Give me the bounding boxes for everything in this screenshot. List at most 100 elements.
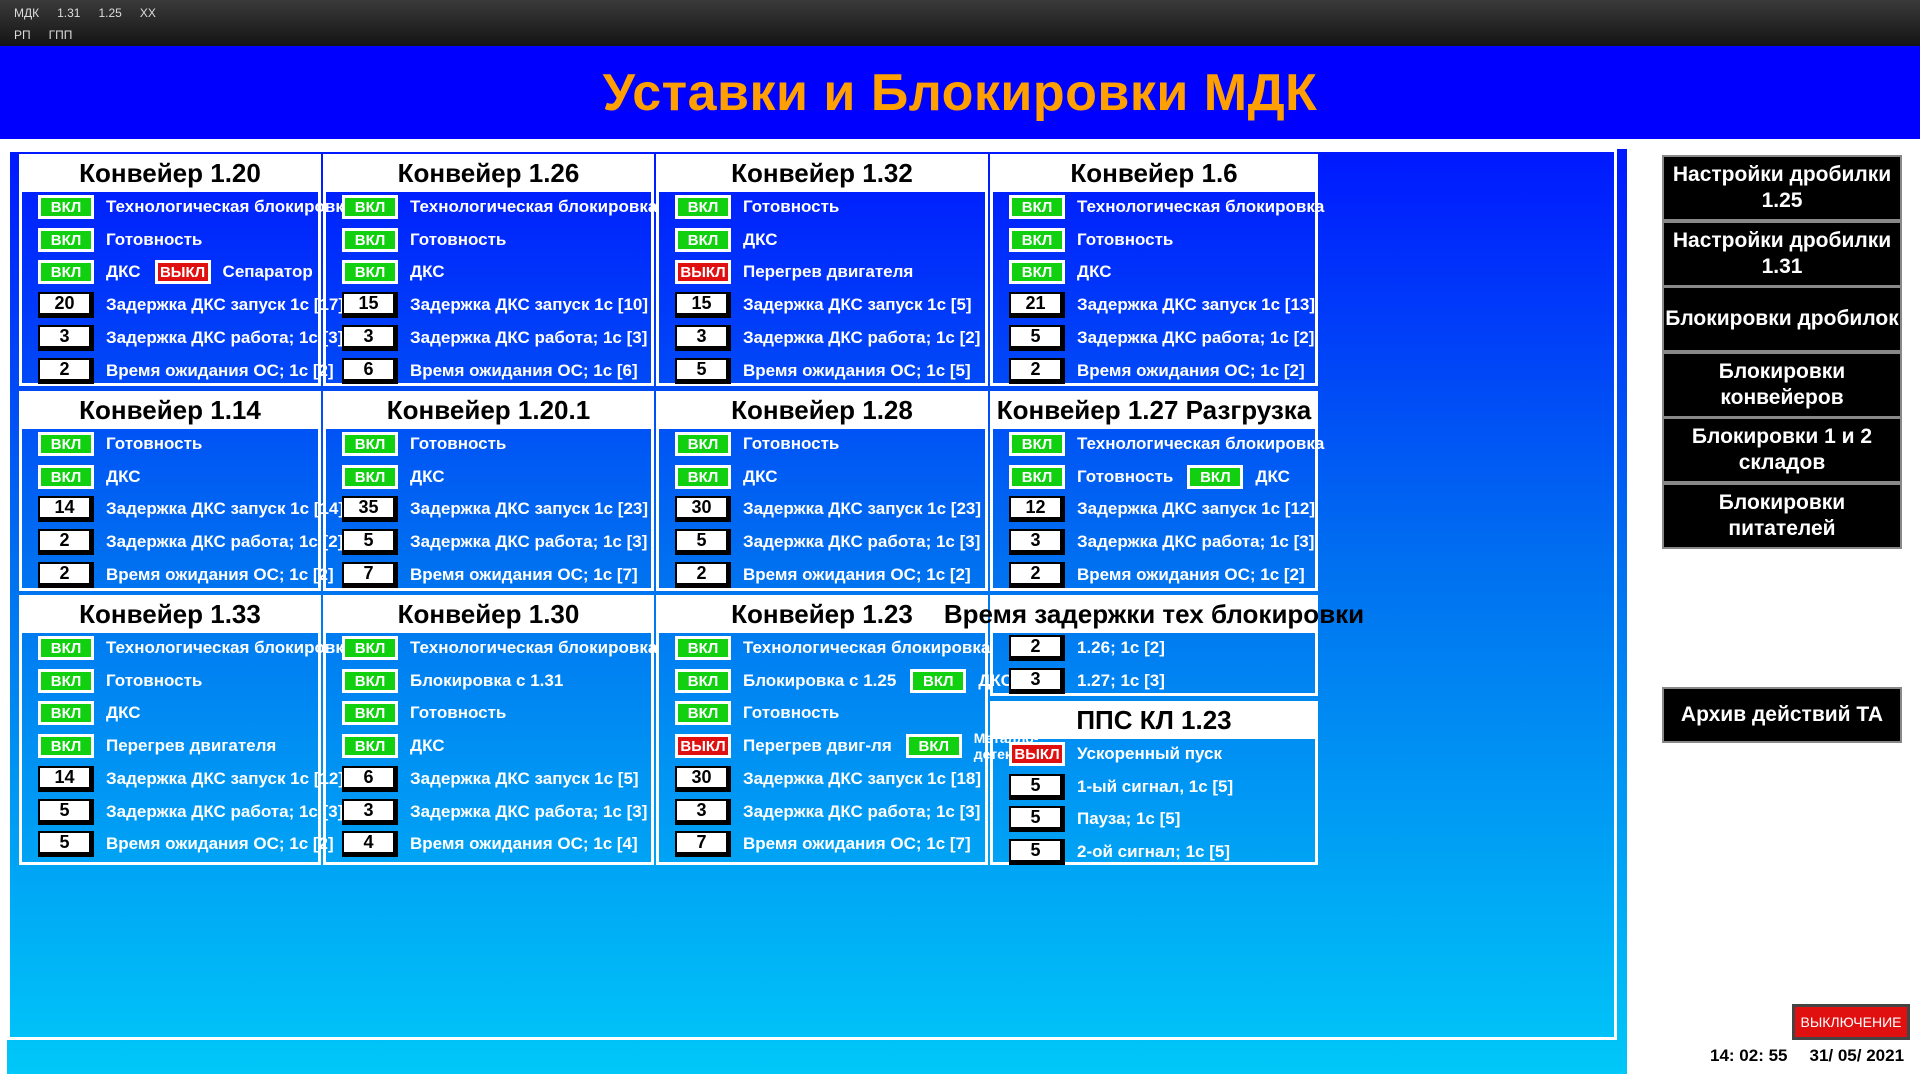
toggle-on-button[interactable]: ВКЛ — [1187, 465, 1244, 489]
value-input[interactable]: 3 — [1009, 529, 1065, 555]
toggle-on-button[interactable]: ВКЛ — [675, 636, 731, 660]
value-input[interactable]: 2 — [1009, 635, 1065, 661]
toggle-on-button[interactable]: ВКЛ — [1009, 228, 1065, 252]
value-input[interactable]: 21 — [1009, 292, 1065, 318]
setting-row: ВКЛ Готовность — [342, 429, 520, 459]
toggle-on-button[interactable]: ВКЛ — [342, 701, 398, 725]
nav-button[interactable]: Блокировки дробилок — [1662, 286, 1902, 352]
toggle-on-button[interactable]: ВКЛ — [675, 701, 731, 725]
toggle-on-button[interactable]: ВКЛ — [905, 734, 962, 758]
top-tab[interactable]: ГПП — [49, 28, 73, 42]
value-input[interactable]: 3 — [675, 325, 731, 351]
value-input[interactable]: 5 — [1009, 325, 1065, 351]
nav-button[interactable]: Блокировки питателей — [1662, 483, 1902, 549]
setting-row: ВКЛ ДКС — [342, 731, 459, 761]
nav-button[interactable]: Настройки дробилки 1.25 — [1662, 155, 1902, 221]
value-input[interactable]: 2 — [38, 358, 94, 384]
toggle-on-button[interactable]: ВКЛ — [1009, 260, 1065, 284]
toggle-on-button[interactable]: ВКЛ — [38, 465, 94, 489]
value-input[interactable]: 5 — [675, 529, 731, 555]
toggle-on-button[interactable]: ВКЛ — [38, 636, 94, 660]
toggle-on-button[interactable]: ВКЛ — [675, 228, 731, 252]
toggle-on-button[interactable]: ВКЛ — [38, 734, 94, 758]
value-input[interactable]: 30 — [675, 496, 731, 522]
value-input[interactable]: 14 — [38, 496, 94, 522]
value-input[interactable]: 2 — [675, 562, 731, 588]
value-input[interactable]: 3 — [675, 799, 731, 825]
toggle-on-button[interactable]: ВКЛ — [675, 432, 731, 456]
top-tab[interactable]: 1.31 — [57, 6, 80, 20]
value-input[interactable]: 5 — [38, 831, 94, 857]
setting-row: 6 Задержка ДКС запуск 1с [5] — [342, 764, 653, 794]
value-input[interactable]: 7 — [675, 831, 731, 857]
toggle-on-button[interactable]: ВКЛ — [38, 701, 94, 725]
value-input[interactable]: 3 — [38, 325, 94, 351]
toggle-off-button[interactable]: ВЫКЛ — [154, 260, 211, 284]
value-input[interactable]: 4 — [342, 831, 398, 857]
toggle-on-button[interactable]: ВКЛ — [1009, 465, 1065, 489]
value-input[interactable]: 35 — [342, 496, 398, 522]
value-input[interactable]: 14 — [38, 766, 94, 792]
toggle-off-button[interactable]: ВЫКЛ — [675, 260, 731, 284]
toggle-on-button[interactable]: ВКЛ — [675, 195, 731, 219]
nav-button[interactable]: Настройки дробилки 1.31 — [1662, 221, 1902, 287]
setting-row: 5 Время ожидания ОС; 1с [5] — [675, 356, 985, 386]
top-tab[interactable]: РП — [14, 28, 31, 42]
nav-button[interactable]: Архив действий ТА — [1662, 687, 1902, 743]
value-input[interactable]: 2 — [1009, 358, 1065, 384]
value-input[interactable]: 5 — [1009, 806, 1065, 832]
value-input[interactable]: 2 — [1009, 562, 1065, 588]
toggle-on-button[interactable]: ВКЛ — [1009, 195, 1065, 219]
value-input[interactable]: 5 — [675, 358, 731, 384]
top-tab[interactable]: 1.25 — [98, 6, 121, 20]
value-input[interactable]: 5 — [342, 529, 398, 555]
toggle-on-button[interactable]: ВКЛ — [342, 260, 398, 284]
top-tab[interactable]: XX — [140, 6, 156, 20]
conveyor-panel: Конвейер 1.23 ВКЛ Технологическая блокиров… — [656, 595, 1039, 865]
value-input[interactable]: 5 — [1009, 839, 1065, 865]
value-input[interactable]: 3 — [1009, 668, 1065, 694]
setting-label: ДКС — [410, 467, 445, 486]
toggle-on-button[interactable]: ВКЛ — [342, 465, 398, 489]
value-input[interactable]: 5 — [1009, 774, 1065, 800]
toggle-on-button[interactable]: ВКЛ — [342, 669, 398, 693]
toggle-on-button[interactable]: ВКЛ — [675, 669, 731, 693]
value-input[interactable]: 15 — [675, 292, 731, 318]
value-input[interactable]: 2 — [38, 562, 94, 588]
nav-button[interactable]: Блокировки конвейеров — [1662, 352, 1902, 418]
toggle-on-button[interactable]: ВКЛ — [342, 734, 398, 758]
value-input[interactable]: 3 — [342, 799, 398, 825]
toggle-on-button[interactable]: ВКЛ — [675, 465, 731, 489]
toggle-off-button[interactable]: ВЫКЛ — [675, 734, 731, 758]
toggle-off-button[interactable]: ВЫКЛ — [1009, 742, 1065, 766]
setting-row: ВКЛ Готовность — [38, 666, 216, 696]
value-input[interactable]: 6 — [342, 766, 398, 792]
toggle-on-button[interactable]: ВКЛ — [342, 195, 398, 219]
setting-row: 6 Время ожидания ОС; 1с [6] — [342, 356, 652, 386]
value-input[interactable]: 6 — [342, 358, 398, 384]
toggle-on-button[interactable]: ВКЛ — [38, 260, 94, 284]
toggle-on-button[interactable]: ВКЛ — [1009, 432, 1065, 456]
value-input[interactable]: 2 — [38, 529, 94, 555]
value-input[interactable]: 3 — [342, 325, 398, 351]
toggle-on-button[interactable]: ВКЛ — [342, 432, 398, 456]
value-input[interactable]: 30 — [675, 766, 731, 792]
value-input[interactable]: 15 — [342, 292, 398, 318]
nav-button[interactable]: Блокировки 1 и 2 складов — [1662, 417, 1902, 483]
toggle-on-button[interactable]: ВКЛ — [38, 432, 94, 456]
toggle-on-button[interactable]: ВКЛ — [910, 669, 967, 693]
toggle-on-button[interactable]: ВКЛ — [342, 228, 398, 252]
toggle-on-button[interactable]: ВКЛ — [38, 669, 94, 693]
value-input[interactable]: 5 — [38, 799, 94, 825]
setting-label: Готовность — [743, 434, 840, 453]
toggle-on-button[interactable]: ВКЛ — [38, 195, 94, 219]
setting-row: ВЫКЛ Ускоренный пуск — [1009, 739, 1236, 769]
top-tab[interactable]: МДК — [14, 6, 39, 20]
value-input[interactable]: 7 — [342, 562, 398, 588]
value-input[interactable]: 20 — [38, 292, 94, 318]
value-input[interactable]: 12 — [1009, 496, 1065, 522]
toggle-on-button[interactable]: ВКЛ — [38, 228, 94, 252]
shutdown-button[interactable]: ВЫКЛЮЧЕНИЕ — [1792, 1004, 1910, 1040]
setting-row: 15 Задержка ДКС запуск 1с [10] — [342, 290, 662, 320]
toggle-on-button[interactable]: ВКЛ — [342, 636, 398, 660]
